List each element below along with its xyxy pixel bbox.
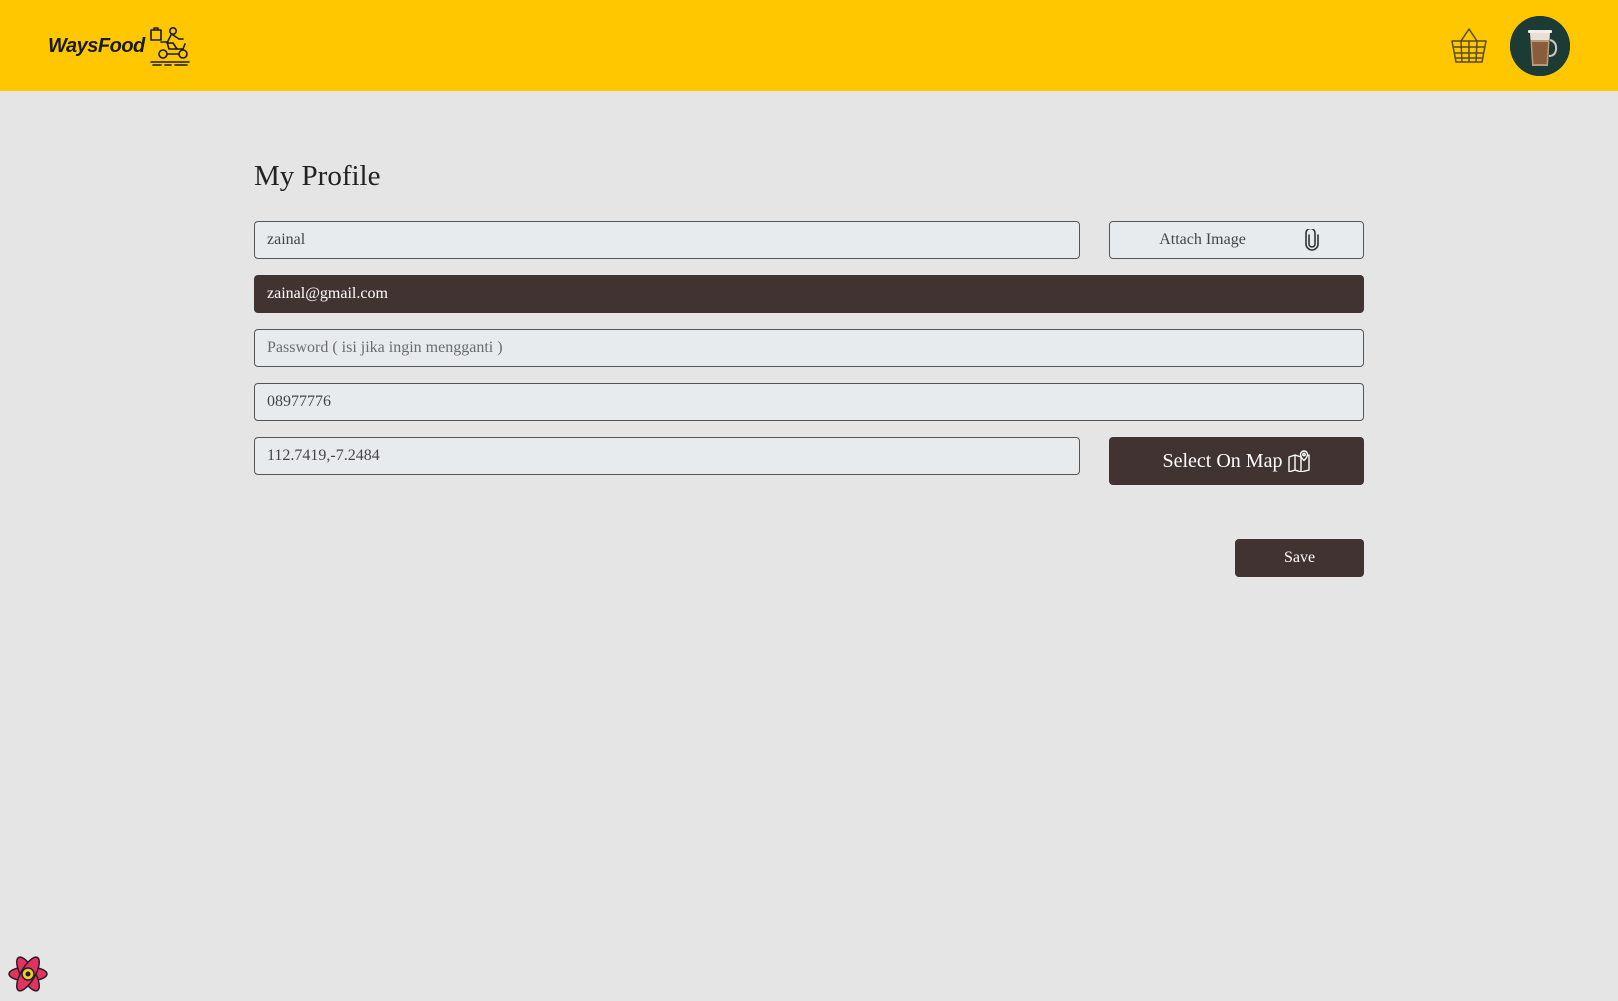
fullname-input[interactable] (254, 221, 1080, 259)
email-field[interactable] (254, 275, 1364, 313)
attach-image-label: Attach Image (1159, 231, 1246, 248)
password-field[interactable] (254, 329, 1364, 367)
react-devtools-icon[interactable] (6, 953, 50, 995)
select-on-map-button[interactable]: Select On Map (1109, 437, 1364, 485)
paperclip-icon (1305, 229, 1319, 251)
location-field[interactable] (254, 437, 1080, 475)
select-on-map-label: Select On Map (1162, 449, 1283, 472)
brand-logo[interactable]: WaysFood (48, 24, 191, 68)
avatar[interactable] (1510, 16, 1570, 76)
phone-field[interactable] (254, 383, 1364, 421)
delivery-scooter-icon (149, 26, 190, 66)
navbar: WaysFood (0, 0, 1618, 91)
save-button[interactable]: Save (1235, 539, 1364, 577)
map-pin-icon (1288, 450, 1311, 472)
attach-image-button[interactable]: Attach Image (1109, 221, 1364, 259)
page-title: My Profile (254, 160, 381, 192)
basket-icon[interactable] (1449, 26, 1489, 66)
brand-name: WaysFood (48, 34, 145, 57)
save-label: Save (1283, 549, 1316, 566)
coffee-cup-avatar (1510, 16, 1570, 76)
